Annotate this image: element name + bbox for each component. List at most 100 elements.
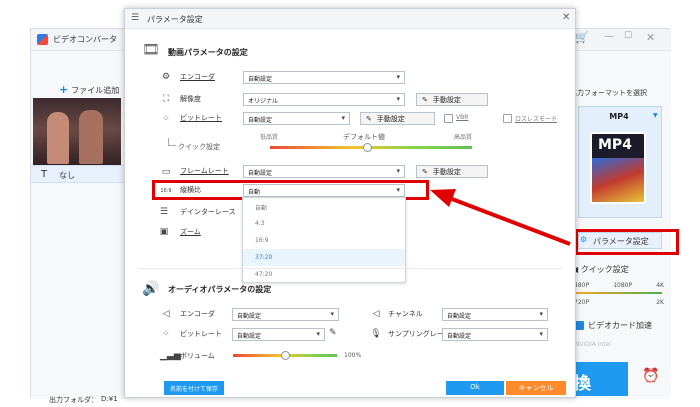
quality-high-label: 高品質 bbox=[454, 134, 473, 141]
manual-setting-label: 手動設定 bbox=[376, 115, 405, 123]
subtitle-value: なし bbox=[59, 171, 75, 180]
gpu-acceleration-label: ビデオカード加速 bbox=[588, 321, 652, 330]
quality-default-label: デフォルト値 bbox=[343, 133, 385, 141]
thumbnail-figure-right bbox=[79, 110, 103, 164]
aspect-option-auto[interactable]: 自動 bbox=[243, 198, 405, 215]
cancel-button[interactable]: キャンセル bbox=[506, 381, 566, 395]
thumbnail-figure-left bbox=[47, 112, 69, 164]
tick-2k: 2K bbox=[656, 299, 664, 306]
chevron-down-icon: ▾ bbox=[330, 310, 334, 318]
channel-value: 自動設定 bbox=[447, 313, 472, 320]
mp4-format-icon: MP4 bbox=[590, 132, 646, 204]
close-icon[interactable]: ✕ bbox=[646, 31, 655, 44]
framerate-select[interactable]: 自動設定 ▾ bbox=[243, 165, 405, 178]
quick-settings-bottom-ticks: 720P 2K bbox=[574, 299, 664, 306]
section-divider bbox=[138, 268, 562, 269]
resolution-select[interactable]: オリジナル ▾ bbox=[243, 93, 405, 106]
samplerate-value: 自動設定 bbox=[447, 333, 472, 340]
video-bitrate-select[interactable]: 自動設定 ▾ bbox=[243, 112, 350, 125]
output-folder-label: 出力フォルダ： bbox=[49, 396, 98, 404]
cart-icon[interactable]: 🛒 bbox=[575, 31, 589, 44]
quick-settings-label: クイック設定 bbox=[580, 265, 629, 274]
maximize-icon[interactable]: ☐ bbox=[624, 31, 632, 41]
video-encoder-value: 自動設定 bbox=[248, 76, 273, 83]
framerate-value: 自動設定 bbox=[248, 170, 273, 177]
tick-480p: 480P bbox=[574, 282, 590, 289]
quick-settings-slider[interactable] bbox=[576, 292, 662, 294]
quick-settings-title: ◀ クイック設定 bbox=[572, 265, 629, 274]
aspect-option-4-3[interactable]: 4:3 bbox=[243, 215, 405, 232]
format-caret-icon[interactable]: ▼ bbox=[653, 112, 658, 119]
bitrate-manual-button[interactable]: ✎ 手動設定 bbox=[360, 112, 435, 125]
framerate-label: フレームレート bbox=[180, 167, 229, 175]
volume-slider-knob[interactable] bbox=[281, 351, 290, 360]
audio-encoder-speaker-icon: ◁ bbox=[162, 309, 170, 319]
audio-bitrate-label: ビットレート bbox=[180, 330, 222, 338]
audio-encoder-value: 自動設定 bbox=[237, 313, 262, 320]
zoom-screen-icon: ▣ bbox=[159, 227, 169, 237]
aspect-option-16-9[interactable]: 16:9 bbox=[243, 232, 405, 249]
format-name: MP4 bbox=[609, 112, 629, 121]
chevron-down-icon: ▾ bbox=[396, 73, 400, 81]
audio-bitrate-value: 自動設定 bbox=[237, 333, 262, 340]
video-bitrate-value: 自動設定 bbox=[248, 117, 273, 124]
volume-label: ボリューム bbox=[180, 352, 215, 360]
deinterlace-label: デインターレース bbox=[180, 208, 236, 216]
audio-section-title: オーディオパラメータの設定 bbox=[168, 285, 272, 294]
audio-bitrate-pencil-icon[interactable]: ✎ bbox=[329, 328, 337, 338]
video-thumbnail[interactable] bbox=[33, 98, 121, 168]
audio-encoder-label: エンコーダ bbox=[180, 310, 215, 318]
pencil-icon: ✎ bbox=[422, 96, 428, 104]
add-file-label: ファイル追加 bbox=[71, 86, 120, 95]
framerate-manual-button[interactable]: ✎ 手動設定 bbox=[416, 165, 488, 178]
audio-speaker-icon: 🔊 bbox=[142, 281, 160, 297]
minimize-icon[interactable]: — bbox=[604, 31, 614, 42]
output-folder-path[interactable]: D:¥1 bbox=[101, 395, 118, 403]
app-logo-icon bbox=[37, 34, 48, 45]
samplerate-select[interactable]: 自動設定 ▾ bbox=[442, 328, 548, 341]
chevron-down-icon: ▾ bbox=[396, 95, 400, 103]
subtitle-selector[interactable]: T なし bbox=[31, 165, 127, 183]
alarm-clock-icon[interactable]: ⏰ bbox=[642, 368, 659, 384]
audio-bitrate-dots-icon: ⁘ bbox=[162, 329, 170, 339]
chevron-down-icon: ▾ bbox=[316, 330, 320, 338]
video-encoder-select[interactable]: 自動設定 ▾ bbox=[243, 71, 405, 84]
tick-1080p: 1080P bbox=[613, 282, 633, 289]
aspect-ratio-dropdown-list: 自動 4:3 16:9 37:20 47:20 bbox=[242, 197, 406, 283]
format-select-title: 出力フォーマットを選択 bbox=[570, 89, 647, 97]
quick-setting-label: クイック設定 bbox=[178, 143, 220, 151]
quality-slider-knob[interactable] bbox=[363, 143, 372, 152]
audio-bitrate-select[interactable]: 自動設定 ▾ bbox=[232, 328, 325, 341]
video-encoder-label: エンコーダ bbox=[180, 73, 215, 81]
dialog-close-icon[interactable]: ✕ bbox=[562, 12, 570, 23]
volume-bars-icon: ▁▃▅ bbox=[160, 351, 181, 361]
encoder-gear-icon: ⚙ bbox=[161, 72, 171, 82]
tick-720p: 720P bbox=[574, 299, 590, 306]
channel-select[interactable]: 自動設定 ▾ bbox=[442, 308, 548, 321]
save-as-button[interactable]: 名前を付けて保存 bbox=[164, 381, 224, 395]
zoom-label: ズーム bbox=[180, 228, 201, 236]
vbr-checkbox[interactable] bbox=[444, 114, 453, 123]
audio-encoder-select[interactable]: 自動設定 ▾ bbox=[232, 308, 339, 321]
vbr-label: VBR bbox=[456, 114, 469, 121]
chevron-down-icon: ▾ bbox=[539, 330, 543, 338]
manual-setting-label: 手動設定 bbox=[432, 168, 461, 176]
resolution-value: オリジナル bbox=[248, 98, 279, 105]
tree-connector bbox=[168, 138, 176, 146]
mp4-icon-label: MP4 bbox=[598, 137, 632, 153]
bitrate-dots-icon: ⁘ bbox=[162, 114, 170, 124]
add-file-button[interactable]: + ファイル追加 bbox=[59, 83, 119, 96]
ok-button[interactable]: Ok bbox=[446, 381, 504, 395]
plus-icon: + bbox=[59, 83, 69, 96]
chevron-down-icon: ▾ bbox=[396, 167, 400, 175]
tick-4k: 4K bbox=[656, 282, 664, 289]
pencil-icon: ✎ bbox=[422, 168, 428, 176]
lossless-checkbox[interactable] bbox=[503, 114, 512, 123]
video-section-title: 動画パラメータの設定 bbox=[168, 48, 248, 57]
resolution-manual-button[interactable]: ✎ 手動設定 bbox=[416, 93, 488, 106]
text-icon: T bbox=[41, 169, 48, 180]
volume-value: 100% bbox=[344, 352, 362, 359]
deinterlace-lines-icon: ☰ bbox=[159, 207, 169, 217]
aspect-option-37-20[interactable]: 37:20 bbox=[243, 249, 405, 266]
gpu-acceleration-checkbox[interactable] bbox=[575, 321, 584, 330]
